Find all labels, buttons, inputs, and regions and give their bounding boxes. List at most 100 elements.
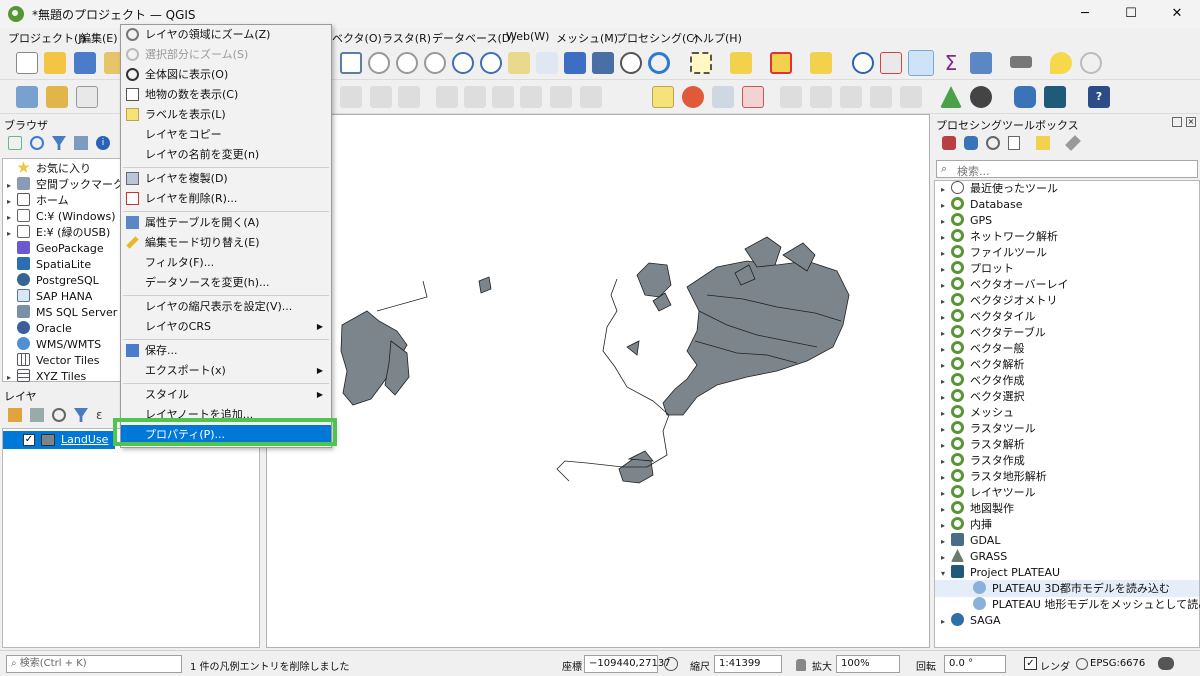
algorithm-group-raster-creation[interactable]: ▸ ラスタ作成 bbox=[941, 453, 1025, 469]
plateau-icon[interactable] bbox=[1044, 86, 1066, 108]
visibility-eye-icon[interactable] bbox=[52, 408, 66, 422]
options-wrench-icon[interactable] bbox=[1065, 135, 1081, 151]
move-label-icon[interactable] bbox=[780, 86, 802, 108]
filter-icon[interactable] bbox=[52, 136, 66, 150]
cut-icon[interactable] bbox=[464, 86, 486, 108]
menu-database[interactable]: データベース(D) bbox=[432, 30, 515, 46]
attribute-table-icon[interactable] bbox=[970, 52, 992, 74]
lock-icon[interactable] bbox=[796, 659, 806, 671]
data-source-manager-icon[interactable] bbox=[16, 86, 38, 108]
change-label-icon[interactable] bbox=[840, 86, 862, 108]
sigma-icon[interactable]: Σ bbox=[940, 52, 962, 74]
undo-icon[interactable] bbox=[550, 86, 572, 108]
menu-help[interactable]: ヘルプ(H) bbox=[692, 30, 742, 46]
browser-item-postgresql[interactable]: PostgreSQL bbox=[7, 273, 99, 289]
menu-web[interactable]: Web(W) bbox=[506, 30, 549, 43]
algorithm-group-vector-geometry[interactable]: ▸ ベクタジオメトリ bbox=[941, 293, 1058, 309]
algorithm-group-file-tools[interactable]: ▸ ファイルツール bbox=[941, 245, 1047, 261]
statistics-icon[interactable] bbox=[880, 52, 902, 74]
algorithm-group-vector-selection[interactable]: ▸ ベクタ選択 bbox=[941, 389, 1025, 405]
zoom-last-icon[interactable] bbox=[452, 52, 474, 74]
render-checkbox[interactable]: ✓ bbox=[1024, 657, 1037, 670]
algorithm-plateau-terrain-mesh[interactable]: PLATEAU 地形モデルをメッシュとして読み込む bbox=[973, 597, 1200, 613]
algorithm-group-mesh[interactable]: ▸ メッシュ bbox=[941, 405, 1014, 421]
menu-item-rename-layer[interactable]: レイヤの名前を変更(n) bbox=[121, 145, 331, 165]
new-3d-view-icon[interactable] bbox=[536, 52, 558, 74]
deselect-icon[interactable] bbox=[770, 52, 792, 74]
menu-processing[interactable]: プロセシング(C) bbox=[616, 30, 698, 46]
messages-icon[interactable] bbox=[1158, 657, 1174, 670]
menu-item-set-scale-visibility[interactable]: レイヤの縮尺表示を設定(V)... bbox=[121, 297, 331, 317]
browser-item-mssql[interactable]: MS SQL Server bbox=[7, 305, 117, 321]
hide-labels-icon[interactable] bbox=[742, 86, 764, 108]
locator-icon[interactable] bbox=[1080, 52, 1102, 74]
menu-project[interactable]: プロジェクト(J) bbox=[8, 30, 86, 46]
algorithm-group-gps[interactable]: ▸ GPS bbox=[941, 213, 992, 229]
browser-item-e-drive[interactable]: ▸ E:¥ (緑のUSB) bbox=[7, 225, 110, 241]
algorithm-group-database[interactable]: ▸ Database bbox=[941, 197, 1023, 213]
menu-item-zoom-to-selection[interactable]: 選択部分にズーム(S) bbox=[121, 45, 331, 65]
new-map-view-icon[interactable] bbox=[508, 52, 530, 74]
crs-globe-icon[interactable] bbox=[1076, 658, 1088, 670]
menu-item-zoom-to-layer[interactable]: レイヤの領域にズーム(Z) bbox=[121, 25, 331, 45]
menu-item-remove-layer[interactable]: レイヤを削除(R)... bbox=[121, 189, 331, 209]
georeferencer-icon[interactable] bbox=[940, 86, 962, 108]
pin-labels-icon[interactable] bbox=[712, 86, 734, 108]
select-by-value-icon[interactable] bbox=[730, 52, 752, 74]
close-button[interactable]: ✕ bbox=[1154, 0, 1200, 28]
magnifier-field[interactable]: 100% bbox=[836, 655, 900, 673]
copy-icon[interactable] bbox=[492, 86, 514, 108]
map-canvas[interactable] bbox=[266, 114, 930, 648]
new-bookmark-icon[interactable] bbox=[564, 52, 586, 74]
float-panel-icon[interactable] bbox=[1172, 117, 1182, 127]
unpin-label-icon[interactable] bbox=[900, 86, 922, 108]
new-project-icon[interactable] bbox=[16, 52, 38, 74]
algorithm-group-layer-tools[interactable]: ▸ レイヤツール bbox=[941, 485, 1036, 501]
algorithm-group-vector-general[interactable]: ▸ ベクター般 bbox=[941, 341, 1025, 357]
algorithm-group-vector-table[interactable]: ▸ ベクタテーブル bbox=[941, 325, 1046, 341]
save-project-icon[interactable] bbox=[74, 52, 96, 74]
menu-item-layer-crs[interactable]: レイヤのCRS ▶ bbox=[121, 317, 331, 337]
algorithm-group-gdal[interactable]: ▸ GDAL bbox=[941, 533, 1000, 549]
menu-item-show-labels[interactable]: ラベルを表示(L) bbox=[121, 105, 331, 125]
algorithm-group-vector-overlay[interactable]: ▸ ベクタオーバーレイ bbox=[941, 277, 1068, 293]
zoom-full-icon[interactable] bbox=[340, 52, 362, 74]
menu-vector[interactable]: ベクタ(O) bbox=[332, 30, 382, 46]
algorithm-group-raster-analysis[interactable]: ▸ ラスタ解析 bbox=[941, 437, 1025, 453]
algorithm-group-recent[interactable]: ▸ 最近使ったツール bbox=[941, 181, 1058, 197]
algorithm-group-grass[interactable]: ▸ GRASS bbox=[941, 549, 1007, 565]
help-icon[interactable]: ? bbox=[1088, 86, 1110, 108]
python-console-icon[interactable] bbox=[1014, 86, 1036, 108]
browser-item-geopackage[interactable]: GeoPackage bbox=[7, 241, 104, 257]
menu-item-save[interactable]: 保存... bbox=[121, 341, 331, 361]
algorithm-group-raster-tools[interactable]: ▸ ラスタツール bbox=[941, 421, 1036, 437]
algorithm-group-vector-creation[interactable]: ▸ ベクタ作成 bbox=[941, 373, 1025, 389]
algorithm-group-raster-terrain[interactable]: ▸ ラスタ地形解析 bbox=[941, 469, 1047, 485]
menu-item-styles[interactable]: スタイル ▶ bbox=[121, 385, 331, 405]
locator-search-input[interactable]: ⌕ 検索(Ctrl + K) bbox=[6, 655, 182, 673]
processing-search-input[interactable]: ⌕ 検索... bbox=[936, 160, 1198, 178]
menu-item-copy-layer[interactable]: レイヤをコピー bbox=[121, 125, 331, 145]
label-toolbar-icon[interactable] bbox=[652, 86, 674, 108]
rotate-label-icon[interactable] bbox=[810, 86, 832, 108]
select-features-icon[interactable] bbox=[690, 52, 712, 74]
algorithm-group-network[interactable]: ▸ ネットワーク解析 bbox=[941, 229, 1058, 245]
results-viewer-icon[interactable] bbox=[1008, 136, 1020, 150]
edit-features-in-place-icon[interactable] bbox=[1036, 136, 1050, 150]
temporal-clock-icon[interactable] bbox=[620, 52, 642, 74]
algorithm-group-cartography[interactable]: ▸ 地図製作 bbox=[941, 501, 1014, 517]
add-vector-icon[interactable] bbox=[76, 86, 98, 108]
redo-icon[interactable] bbox=[580, 86, 602, 108]
map-tips-icon[interactable] bbox=[810, 52, 832, 74]
menu-item-change-data-source[interactable]: データソースを変更(h)... bbox=[121, 273, 331, 293]
algorithm-group-plots[interactable]: ▸ プロット bbox=[941, 261, 1014, 277]
coordinate-toggle-icon[interactable] bbox=[664, 657, 678, 671]
browser-item-xyz-tiles[interactable]: ▸ XYZ Tiles bbox=[7, 369, 86, 385]
browser-item-vector-tiles[interactable]: Vector Tiles bbox=[7, 353, 100, 369]
algorithm-group-vector-analysis[interactable]: ▸ ベクタ解析 bbox=[941, 357, 1025, 373]
zoom-selection-icon[interactable] bbox=[368, 52, 390, 74]
menu-item-show-in-overview[interactable]: 全体図に表示(O) bbox=[121, 65, 331, 85]
menu-edit[interactable]: 編集(E) bbox=[80, 30, 118, 46]
layer-styling-icon[interactable] bbox=[8, 408, 22, 422]
browser-item-sap-hana[interactable]: SAP HANA bbox=[7, 289, 92, 305]
